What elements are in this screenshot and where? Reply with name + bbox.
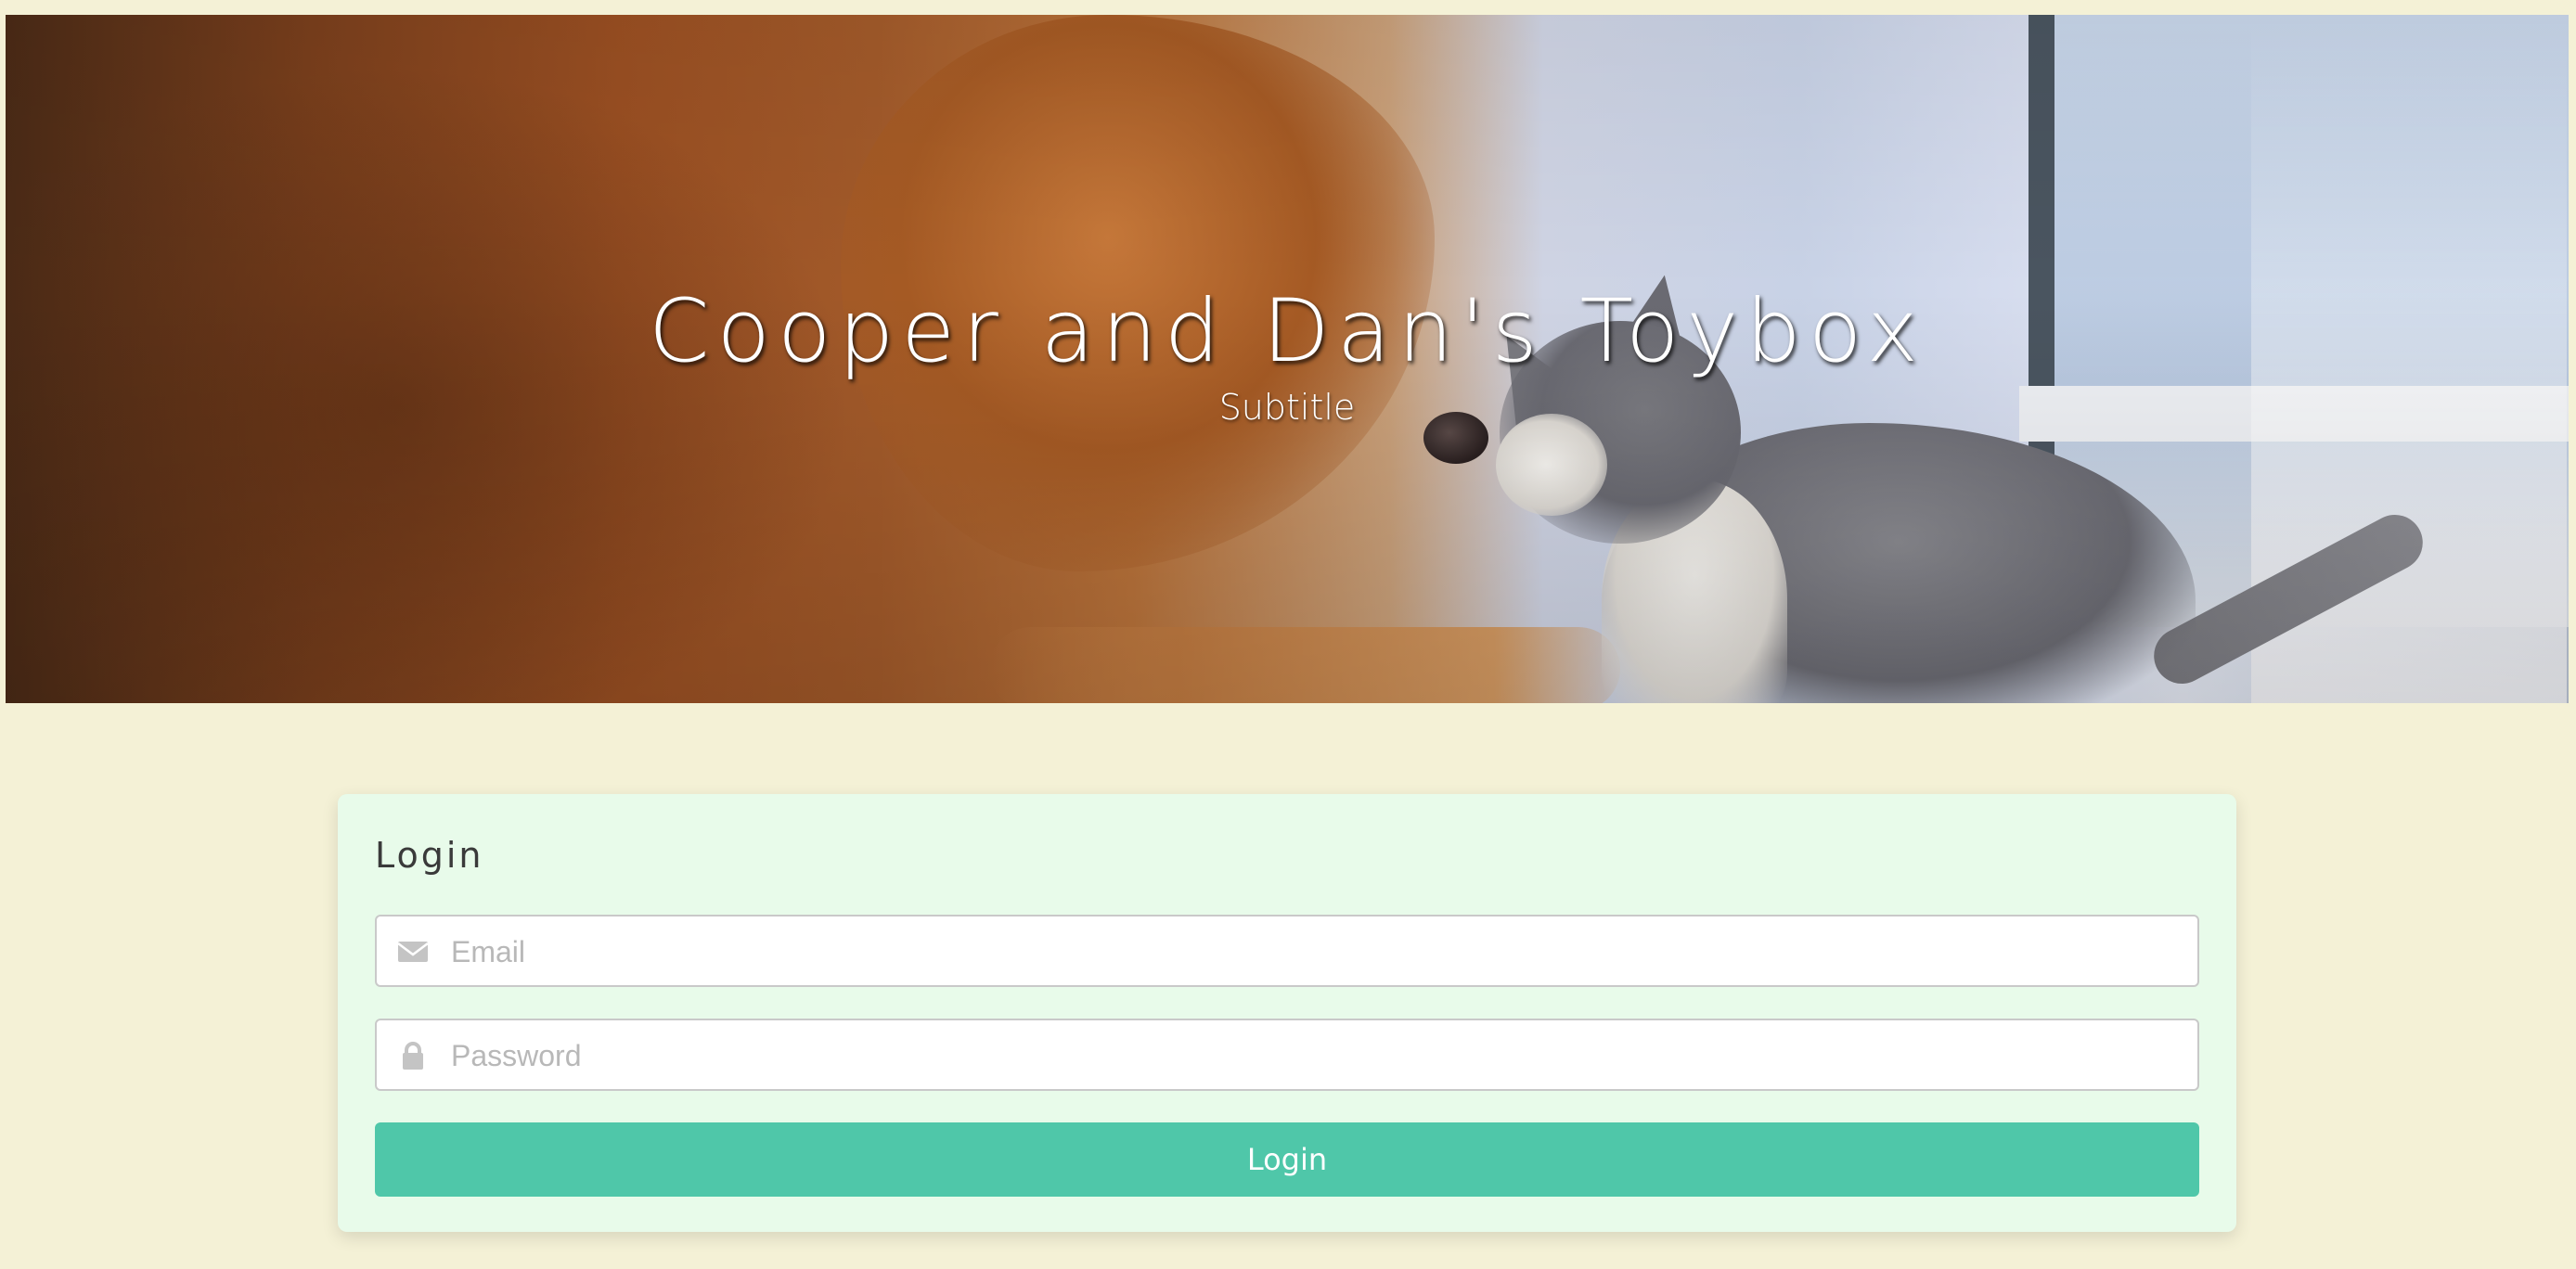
email-input[interactable] [449,916,2179,987]
hero-banner: Cooper and Dan's Toybox Subtitle [6,15,2569,703]
site-title: Cooper and Dan's Toybox [648,281,1926,382]
lock-icon [397,1041,429,1070]
password-input[interactable] [449,1020,2179,1091]
envelope-icon [397,937,429,967]
login-heading: Login [375,835,484,876]
login-button[interactable]: Login [375,1122,2199,1197]
email-field[interactable] [375,915,2199,987]
site-subtitle: Subtitle [1218,387,1356,429]
page: Cooper and Dan's Toybox Subtitle Login E… [0,0,2576,1269]
login-card: Login Login [338,794,2236,1232]
password-field[interactable] [375,1019,2199,1091]
hero-text: Cooper and Dan's Toybox Subtitle [6,281,2569,429]
